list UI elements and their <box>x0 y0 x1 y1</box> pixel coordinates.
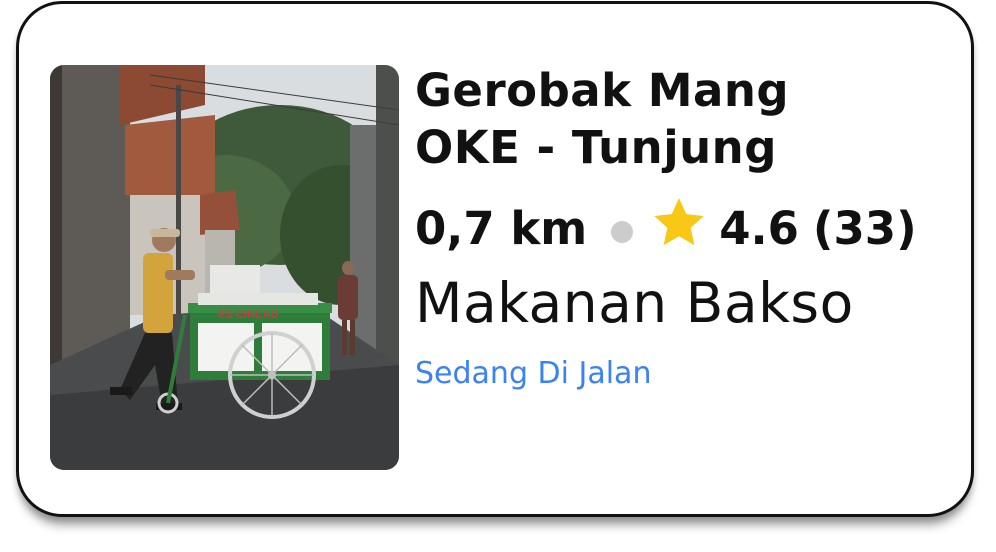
vendor-title-line2: OKE - Tunjung <box>415 121 777 174</box>
vendor-info: Gerobak Mang OKE - Tunjung 0,7 km 4.6 (3… <box>415 62 965 391</box>
vendor-meta-row: 0,7 km 4.6 (33) <box>415 196 965 261</box>
vendor-card[interactable]: ES CINCAU Gerobak Mang OKE - Tunjung 0,7… <box>16 1 974 517</box>
star-icon <box>651 196 707 261</box>
vendor-photo: ES CINCAU <box>50 65 399 470</box>
vendor-title[interactable]: Gerobak Mang OKE - Tunjung <box>415 62 965 176</box>
distance-label: 0,7 km <box>415 201 588 255</box>
vendor-status: Sedang Di Jalan <box>415 356 652 391</box>
vendor-title-line1: Gerobak Mang <box>415 64 790 117</box>
dot-icon <box>611 221 634 243</box>
review-count: (33) <box>812 201 917 255</box>
vendor-category: Makanan Bakso <box>415 271 854 335</box>
rating-value: 4.6 <box>719 201 799 255</box>
cart-sign: ES CINCAU <box>218 309 279 321</box>
